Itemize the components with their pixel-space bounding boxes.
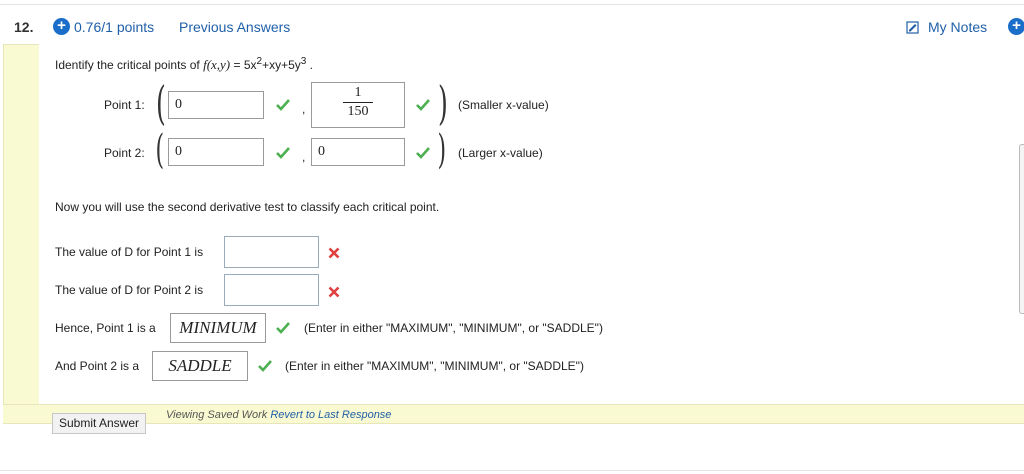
d-value-2-label: The value of D for Point 2 is xyxy=(55,283,204,297)
point-2-y-input[interactable]: 0 xyxy=(311,138,405,166)
prompt-end: . xyxy=(306,58,313,72)
prompt-function: f(x,y) xyxy=(203,57,231,72)
my-notes-link[interactable]: My Notes xyxy=(928,19,987,35)
d-value-1-input[interactable] xyxy=(224,236,319,268)
checkmark-icon xyxy=(258,360,272,372)
checkmark-icon xyxy=(416,147,430,159)
x-mark-icon xyxy=(328,286,340,298)
d-value-2-input[interactable] xyxy=(224,274,319,306)
point-2-label: Point 2: xyxy=(104,146,145,160)
point-2-classify-input[interactable]: SADDLE xyxy=(152,351,248,381)
comma: , xyxy=(302,102,306,116)
question-side-bar xyxy=(3,44,39,424)
point-1-classify-label: Hence, Point 1 is a xyxy=(55,321,156,335)
previous-answers-link[interactable]: Previous Answers xyxy=(179,19,290,35)
prompt-equation: +xy+5y xyxy=(262,58,301,72)
saved-work-text: Viewing Saved Work xyxy=(166,409,271,421)
point-2-classify-hint: (Enter in either "MAXIMUM", "MINIMUM", o… xyxy=(285,359,584,373)
revert-link[interactable]: Revert to Last Response xyxy=(270,409,391,421)
prompt-equation: = 5x xyxy=(230,58,257,72)
open-paren: ( xyxy=(156,76,166,130)
plus-circle-icon[interactable]: + xyxy=(1008,18,1024,35)
x-mark-icon xyxy=(328,247,340,259)
close-paren: ) xyxy=(437,127,447,173)
point-1-note: (Smaller x-value) xyxy=(458,98,549,112)
submit-answer-button[interactable]: Submit Answer xyxy=(52,413,146,434)
point-1-y-input[interactable]: 1 150 xyxy=(311,82,405,128)
bottom-divider xyxy=(0,470,1024,471)
open-paren: ( xyxy=(155,127,165,173)
comma: , xyxy=(302,150,306,164)
submit-bar-background xyxy=(3,404,1024,424)
question-prompt: Identify the critical points of f(x,y) =… xyxy=(55,56,313,73)
side-scroll-tab[interactable] xyxy=(1019,144,1024,314)
saved-work-status: Viewing Saved Work Revert to Last Respon… xyxy=(166,409,391,421)
question-number: 12. xyxy=(14,19,34,35)
fraction-denominator: 150 xyxy=(347,104,369,119)
point-1-classify-input[interactable]: MINIMUM xyxy=(170,313,266,343)
close-paren: ) xyxy=(438,76,448,130)
prompt-text: Identify the critical points of xyxy=(55,58,204,72)
plus-circle-icon[interactable]: + xyxy=(53,18,70,35)
fraction-numerator: 1 xyxy=(354,85,362,100)
question-header: 12. + 0.76/1 points Previous Answers My … xyxy=(0,10,1024,44)
point-1-classify-hint: (Enter in either "MAXIMUM", "MINIMUM", o… xyxy=(304,321,603,335)
instruction-text: Now you will use the second derivative t… xyxy=(55,200,440,214)
d-value-1-label: The value of D for Point 1 is xyxy=(55,245,204,259)
notes-icon[interactable] xyxy=(906,21,919,34)
point-2-note: (Larger x-value) xyxy=(458,146,543,160)
point-2-x-input[interactable]: 0 xyxy=(168,138,264,166)
top-divider xyxy=(0,4,1024,5)
points-label: 0.76/1 points xyxy=(74,19,155,35)
fraction-bar xyxy=(343,102,373,103)
checkmark-icon xyxy=(276,147,290,159)
point-2-classify-label: And Point 2 is a xyxy=(55,359,140,373)
checkmark-icon xyxy=(276,99,290,111)
checkmark-icon xyxy=(416,99,430,111)
checkmark-icon xyxy=(276,322,290,334)
point-1-x-input[interactable]: 0 xyxy=(168,91,264,119)
point-1-label: Point 1: xyxy=(104,98,145,112)
